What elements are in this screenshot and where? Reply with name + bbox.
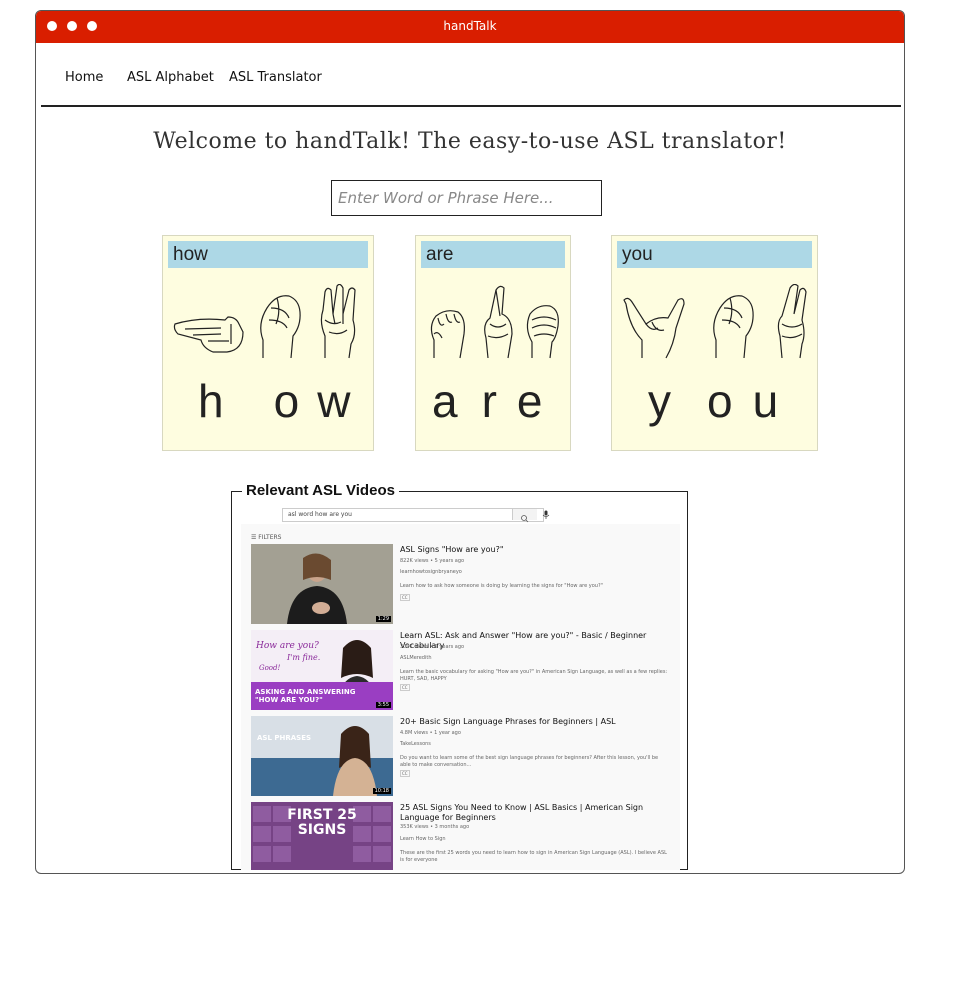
window-title: handTalk: [443, 19, 497, 33]
video-channel[interactable]: Learn How to Sign: [400, 836, 446, 842]
video-thumbnail[interactable]: 1:29: [251, 544, 393, 624]
video-result[interactable]: FIRST 25 SIGNS 25 ASL Signs You Need to …: [251, 802, 671, 870]
yt-search-box[interactable]: asl word how are you: [282, 508, 544, 522]
video-channel[interactable]: ASLMeredith: [400, 655, 431, 661]
letter-e: e: [516, 375, 545, 427]
svg-text:Good!: Good!: [259, 664, 281, 672]
video-result[interactable]: ASL PHRASES 10:18 20+ Basic Sign Languag…: [251, 716, 671, 796]
video-thumbnail[interactable]: FIRST 25 SIGNS: [251, 802, 393, 870]
page-title: Welcome to handTalk! The easy-to-use ASL…: [153, 129, 787, 154]
word-label: are: [421, 241, 565, 268]
video-result[interactable]: 1:29 ASL Signs "How are you?" 822K views…: [251, 544, 671, 624]
letter-a: a: [432, 375, 460, 427]
microphone-icon[interactable]: [541, 509, 551, 520]
word-label: you: [617, 241, 812, 268]
cc-badge: CC: [400, 594, 410, 601]
video-meta: 353K views • 3 months ago: [400, 824, 470, 830]
video-result[interactable]: How are you? I'm fine. Good! ASKING AND …: [251, 630, 671, 710]
word-card-you: you you: [611, 235, 818, 451]
yt-filters[interactable]: ☰ FILTERS: [251, 534, 281, 541]
sign-hands-image: [430, 285, 559, 359]
thumbnail-caption: FIRST 25 SIGNS: [287, 807, 357, 838]
video-description: Do you want to learn some of the best si…: [400, 755, 659, 768]
letter-u: u: [752, 375, 781, 427]
word-label: how: [168, 241, 368, 268]
letters: are: [432, 374, 545, 428]
word-card-are: are are: [415, 235, 571, 451]
letter-o: o: [273, 375, 302, 427]
letter-r: r: [481, 375, 499, 427]
video-title[interactable]: 20+ Basic Sign Language Phrases for Begi…: [400, 717, 650, 727]
sign-hands-image: [623, 284, 807, 359]
video-meta: 309K views • 2 years ago: [400, 644, 465, 650]
cc-badge: CC: [400, 684, 410, 691]
thumbnail-caption: ASKING AND ANSWERING "HOW ARE YOU?": [255, 688, 356, 704]
video-description: Learn how to ask how someone is doing by…: [400, 583, 603, 589]
yt-search-button[interactable]: [512, 509, 537, 523]
relevant-videos-panel: Relevant ASL Videos asl word how are you…: [231, 482, 688, 870]
video-meta: 4.8M views • 1 year ago: [400, 730, 461, 736]
video-duration: 1:29: [375, 616, 391, 622]
video-title[interactable]: ASL Signs "How are you?": [400, 545, 650, 555]
video-channel[interactable]: TakeLessons: [400, 741, 431, 747]
sign-hands-image: [173, 284, 356, 359]
nav-asl-translator[interactable]: ASL Translator: [229, 70, 322, 85]
video-duration: 3:55: [375, 702, 391, 708]
nav-divider: [41, 105, 901, 107]
video-description: Learn the basic vocabulary for asking "H…: [400, 669, 668, 682]
video-title[interactable]: 25 ASL Signs You Need to Know | ASL Basi…: [400, 803, 650, 823]
nav-asl-alphabet[interactable]: ASL Alphabet: [127, 70, 214, 85]
videos-legend: Relevant ASL Videos: [242, 482, 399, 499]
letters: you: [648, 374, 780, 428]
search-icon: [521, 515, 529, 523]
svg-text:I'm fine.: I'm fine.: [286, 653, 320, 662]
letter-o: o: [707, 375, 735, 427]
video-thumbnail[interactable]: ASL PHRASES 10:18: [251, 716, 393, 796]
letter-y: y: [648, 375, 673, 427]
video-channel[interactable]: learnhowtosignbryaneyo: [400, 569, 462, 575]
letter-h: h: [198, 375, 226, 427]
video-meta: 822K views • 5 years ago: [400, 558, 465, 564]
thumbnail-caption: ASL PHRASES: [257, 734, 312, 742]
browser-window: handTalk Home ASL Alphabet ASL Translato…: [35, 10, 905, 874]
letter-w: w: [317, 375, 353, 427]
video-description: These are the first 25 words you need to…: [400, 850, 667, 863]
title-bar: handTalk: [36, 11, 904, 43]
nav-home[interactable]: Home: [65, 70, 103, 85]
youtube-results-embed[interactable]: asl word how are you ☰ FILTERS 1:29 ASL …: [241, 508, 680, 870]
video-duration: 10:18: [372, 788, 391, 794]
video-thumbnail[interactable]: How are you? I'm fine. Good! ASKING AND …: [251, 630, 393, 710]
word-card-how: how how: [162, 235, 374, 451]
cc-badge: CC: [400, 770, 410, 777]
svg-text:How are you?: How are you?: [255, 641, 319, 651]
phrase-input[interactable]: [331, 180, 602, 216]
letters: how: [198, 374, 352, 428]
